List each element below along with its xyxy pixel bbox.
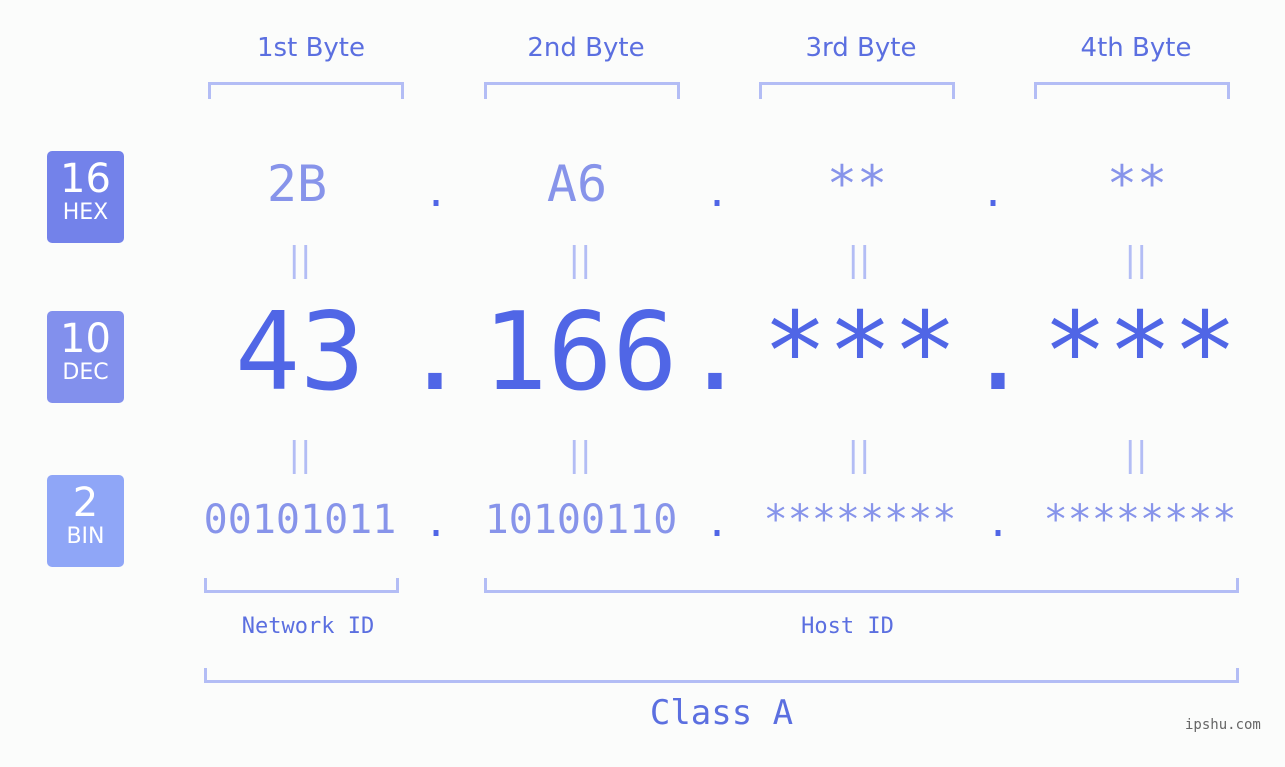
hex-dot-1: . [424, 170, 449, 216]
equals-icon: || [1124, 435, 1148, 475]
hex-byte-3: ** [826, 155, 888, 213]
dec-dot-3: . [965, 290, 1031, 415]
hex-byte-1: 2B [266, 155, 328, 213]
dec-badge: 10 DEC [47, 311, 124, 403]
dec-byte-3: *** [762, 290, 958, 415]
dec-byte-1: 43 [234, 290, 366, 415]
class-label: Class A [649, 693, 794, 733]
byte-bracket-4 [1034, 82, 1230, 99]
byte-bracket-2 [484, 82, 680, 99]
bin-badge: 2 BIN [47, 475, 124, 567]
equals-icon: || [288, 240, 312, 280]
equals-icon: || [288, 435, 312, 475]
hex-badge-label: HEX [62, 200, 109, 225]
dec-byte-2: 166 [482, 290, 678, 415]
bin-badge-label: BIN [66, 524, 105, 549]
dec-dot-2: . [682, 290, 748, 415]
network-bracket [204, 578, 399, 593]
bin-badge-number: 2 [72, 480, 99, 526]
equals-icon: || [568, 240, 592, 280]
equals-icon: || [568, 435, 592, 475]
byte-bracket-1 [208, 82, 404, 99]
equals-icon: || [847, 435, 871, 475]
dec-badge-label: DEC [62, 360, 109, 385]
host-bracket [484, 578, 1239, 593]
equals-icon: || [1124, 240, 1148, 280]
watermark: ipshu.com [1185, 717, 1261, 733]
dec-badge-number: 10 [60, 316, 111, 362]
byte-bracket-3 [759, 82, 955, 99]
hex-dot-3: . [981, 170, 1006, 216]
hex-dot-2: . [705, 170, 730, 216]
dec-dot-1: . [402, 290, 468, 415]
byte-header-1: 1st Byte [257, 33, 365, 63]
byte-header-4: 4th Byte [1080, 33, 1192, 63]
class-bracket [204, 668, 1239, 683]
hex-badge-number: 16 [60, 156, 111, 202]
bin-byte-1: 00101011 [203, 497, 397, 543]
dec-byte-4: *** [1042, 290, 1238, 415]
bin-dot-2: . [705, 500, 730, 546]
network-id-label: Network ID [241, 614, 375, 639]
hex-badge: 16 HEX [47, 151, 124, 243]
bin-byte-3: ******** [763, 497, 957, 543]
bin-byte-2: 10100110 [484, 497, 678, 543]
byte-header-2: 2nd Byte [527, 33, 645, 63]
bin-dot-1: . [424, 500, 449, 546]
hex-byte-4: ** [1106, 155, 1168, 213]
equals-icon: || [847, 240, 871, 280]
bin-byte-4: ******** [1043, 497, 1237, 543]
bin-dot-3: . [986, 500, 1011, 546]
host-id-label: Host ID [801, 614, 894, 639]
byte-header-3: 3rd Byte [805, 33, 917, 63]
hex-byte-2: A6 [546, 155, 608, 213]
